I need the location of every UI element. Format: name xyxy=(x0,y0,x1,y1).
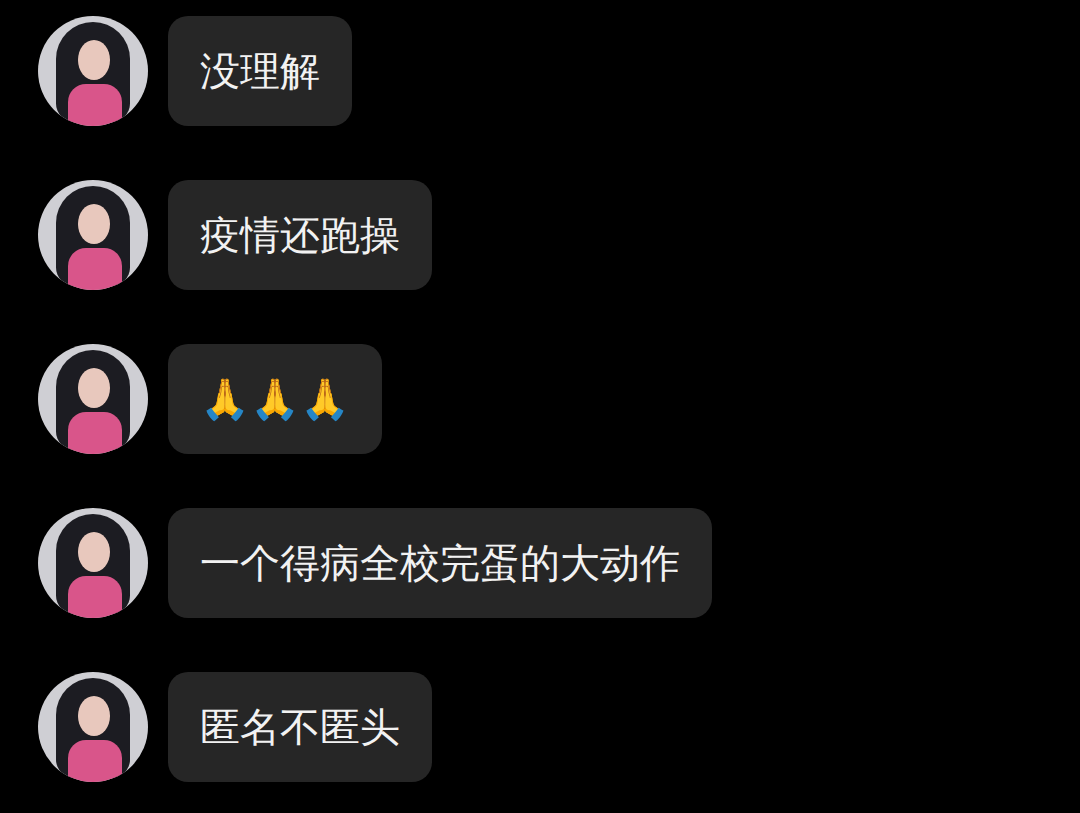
message-row: 没理解 xyxy=(38,16,1080,126)
message-text: 🙏🙏🙏 xyxy=(200,375,350,423)
avatar-shirt xyxy=(68,84,122,126)
message-row: 🙏🙏🙏 xyxy=(38,344,1080,454)
message-text: 疫情还跑操 xyxy=(200,211,400,259)
avatar-shirt xyxy=(68,740,122,782)
message-row: 匿名不匿头 xyxy=(38,672,1080,782)
message-bubble[interactable]: 匿名不匿头 xyxy=(168,672,432,782)
avatar[interactable] xyxy=(38,672,148,782)
chat-screen: 没理解疫情还跑操 🙏🙏🙏 一个得病全校完蛋的大动作匿名不匿头 xyxy=(0,0,1080,813)
avatar-shirt xyxy=(68,412,122,454)
avatar[interactable] xyxy=(38,508,148,618)
message-bubble[interactable]: 🙏🙏🙏 xyxy=(168,344,382,454)
avatar[interactable] xyxy=(38,16,148,126)
message-text: 没理解 xyxy=(200,47,320,95)
message-row: 一个得病全校完蛋的大动作 xyxy=(38,508,1080,618)
avatar-face xyxy=(78,368,110,408)
avatar-shirt xyxy=(68,576,122,618)
avatar-shirt xyxy=(68,248,122,290)
message-text: 一个得病全校完蛋的大动作 xyxy=(200,539,680,587)
avatar[interactable] xyxy=(38,344,148,454)
avatar-face xyxy=(78,204,110,244)
message-bubble[interactable]: 一个得病全校完蛋的大动作 xyxy=(168,508,712,618)
avatar-face xyxy=(78,696,110,736)
message-bubble[interactable]: 没理解 xyxy=(168,16,352,126)
message-row: 疫情还跑操 xyxy=(38,180,1080,290)
avatar-face xyxy=(78,40,110,80)
avatar-face xyxy=(78,532,110,572)
message-bubble[interactable]: 疫情还跑操 xyxy=(168,180,432,290)
message-text: 匿名不匿头 xyxy=(200,703,400,751)
avatar[interactable] xyxy=(38,180,148,290)
